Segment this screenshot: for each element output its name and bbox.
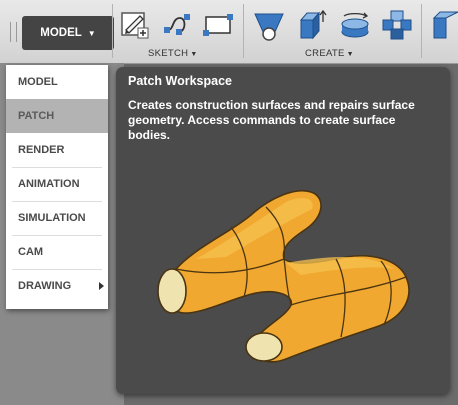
workspace-switcher-label: MODEL	[40, 27, 82, 39]
revolve-icon[interactable]	[338, 8, 372, 42]
menu-item-label: PATCH	[18, 110, 55, 122]
toolbar-grip[interactable]	[10, 22, 17, 42]
toolbar-separator	[421, 4, 422, 58]
menu-item-patch[interactable]: PATCH	[6, 99, 108, 133]
chevron-down-icon: ▼	[87, 28, 96, 38]
toolbar-separator	[112, 4, 113, 58]
spline-icon[interactable]	[160, 8, 194, 42]
menu-item-cam[interactable]: CAM	[6, 235, 108, 269]
workspace-menu: MODEL PATCH RENDER ANIMATION SIMULATION …	[6, 65, 108, 309]
toolbar-separator	[243, 4, 244, 58]
create-group-text: CREATE	[305, 48, 345, 59]
chevron-down-icon: ▼	[346, 51, 354, 58]
sketch-group-text: SKETCH	[148, 48, 189, 59]
loft-icon[interactable]	[252, 8, 286, 42]
create-group-label[interactable]: CREATE ▼	[305, 48, 354, 59]
move-icon[interactable]	[380, 8, 414, 42]
menu-item-label: MODEL	[18, 76, 58, 88]
chevron-down-icon: ▼	[190, 51, 198, 58]
sketch-create-icon[interactable]	[118, 8, 152, 42]
tooltip-description: Creates construction surfaces and repair…	[128, 98, 415, 142]
workspace-tooltip: Patch Workspace Creates construction sur…	[116, 67, 450, 394]
extrude-icon[interactable]	[428, 8, 458, 42]
menu-item-label: RENDER	[18, 144, 65, 156]
menu-item-simulation[interactable]: SIMULATION	[6, 201, 108, 235]
menu-item-label: DRAWING	[18, 280, 72, 292]
box-icon[interactable]	[295, 8, 329, 42]
tooltip-title: Patch Workspace	[128, 74, 232, 88]
sketch-group-label[interactable]: SKETCH ▼	[148, 48, 198, 59]
surface-body-illustration	[136, 177, 426, 382]
menu-item-label: ANIMATION	[18, 178, 80, 190]
menu-item-drawing[interactable]: DRAWING	[6, 269, 108, 303]
menu-item-animation[interactable]: ANIMATION	[6, 167, 108, 201]
menu-item-model[interactable]: MODEL	[6, 65, 108, 99]
submenu-arrow-icon	[99, 282, 104, 290]
rectangle-icon[interactable]	[200, 8, 234, 42]
menu-item-render[interactable]: RENDER	[6, 133, 108, 167]
menu-item-label: CAM	[18, 246, 44, 258]
menu-item-label: SIMULATION	[18, 212, 86, 224]
toolbar: MODEL ▼ SKETCH ▼ CREATE ▼	[0, 0, 458, 64]
workspace-switcher-button[interactable]: MODEL ▼	[22, 16, 114, 50]
